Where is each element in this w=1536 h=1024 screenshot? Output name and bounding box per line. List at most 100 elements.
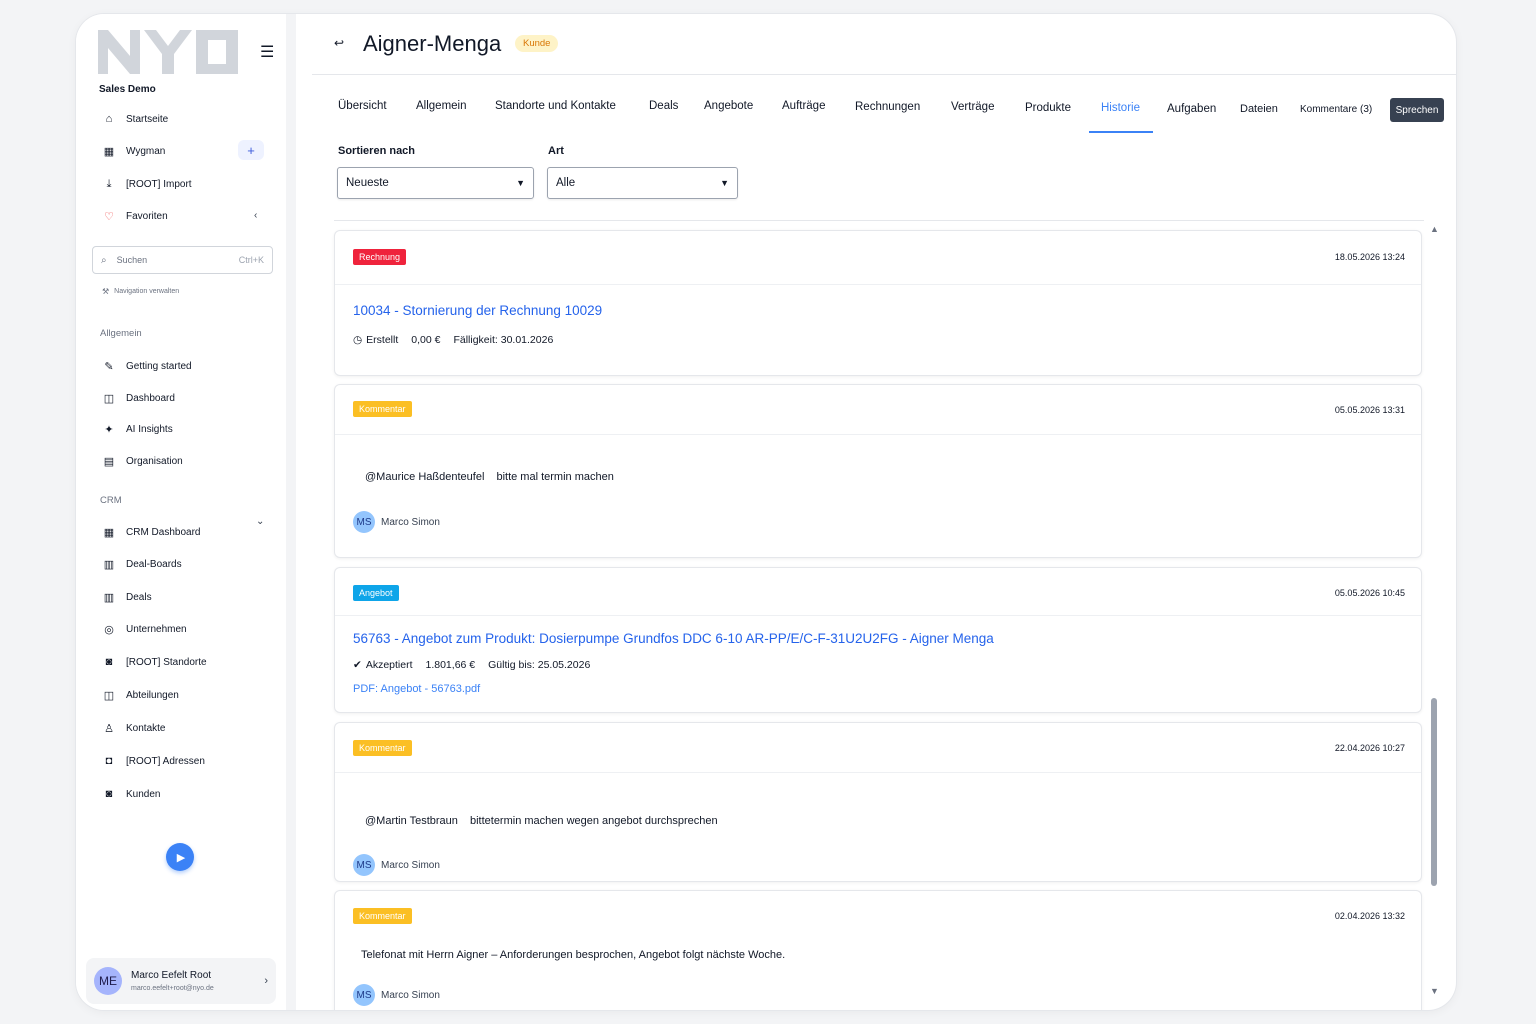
sidebar-item-label: Dashboard (126, 392, 175, 404)
pdf-link[interactable]: PDF: Angebot - 56763.pdf (353, 683, 480, 695)
user-info: Marco Eefelt Root marco.eefelt+root@nyo.… (131, 970, 214, 992)
comment-body: Telefonat mit Herrn Aigner – Anforderung… (361, 949, 786, 961)
sidebar-item-organisation[interactable]: ▤ Organisation (102, 452, 183, 470)
sidebar-item-startseite[interactable]: ⌂ Startseite (102, 110, 169, 128)
tab-deals[interactable]: Deals (649, 100, 678, 112)
section-label-general: Allgemein (100, 328, 142, 339)
type-badge: Angebot (353, 585, 399, 601)
sidebar-item-favoriten[interactable]: ♡ Favoriten (102, 207, 168, 225)
sidebar-item-crm-dashboard[interactable]: ▦ CRM Dashboard (102, 523, 201, 541)
card-header: Kommentar 02.04.2026 13:32 (335, 891, 1421, 939)
sidebar-item-dashboard[interactable]: ◫ Dashboard (102, 389, 175, 407)
avatar: MS (353, 511, 375, 533)
comment-text: @Maurice Haßdenteufel bitte mal termin m… (365, 471, 614, 483)
timeline-item-angebot: Angebot 05.05.2026 10:45 56763 - Angebot… (334, 567, 1422, 713)
timeline-item-kommentar: Kommentar 02.04.2026 13:32 Telefonat mit… (334, 890, 1422, 1010)
sidebar-item-ai-insights[interactable]: ✦ AI Insights (102, 420, 173, 438)
sidebar-item-kontakte[interactable]: ♙ Kontakte (102, 719, 165, 737)
home-icon: ⌂ (105, 113, 113, 125)
offer-link[interactable]: 56763 - Angebot zum Produkt: Dosierpumpe… (353, 631, 994, 646)
scroll-down-arrow-icon[interactable]: ▼ (1430, 986, 1439, 996)
nyo-logo (98, 30, 238, 74)
speak-button[interactable]: Sprechen (1390, 98, 1444, 122)
sidebar-item-abteilungen[interactable]: ◫ Abteilungen (102, 686, 179, 704)
comment-author: MS Marco Simon (353, 854, 440, 876)
invoice-link[interactable]: 10034 - Stornierung der Rechnung 10029 (353, 303, 602, 318)
add-button[interactable]: + (238, 140, 264, 160)
chevron-down-icon[interactable]: ⌄ (256, 516, 264, 527)
building-icon: ▤ (103, 455, 115, 468)
scroll-up-arrow-icon[interactable]: ▲ (1430, 224, 1439, 234)
comment-author: MS Marco Simon (353, 511, 440, 533)
type-select[interactable]: Alle ▼ (547, 167, 738, 199)
sidebar-item-import[interactable]: ⤓ [ROOT] Import (102, 175, 192, 193)
sidebar-item-label: [ROOT] Standorte (126, 656, 207, 668)
tab-historie[interactable]: Historie (1101, 102, 1140, 114)
chevron-down-icon: ▼ (516, 178, 525, 188)
search-icon: ⌕ (101, 254, 107, 266)
scrollbar-thumb[interactable] (1431, 698, 1437, 886)
tab-auftraege[interactable]: Aufträge (782, 100, 825, 112)
offer-valid-until: Gültig bis: 25.05.2026 (488, 659, 591, 671)
type-label: Art (548, 145, 564, 157)
user-name: Marco Eefelt Root (131, 970, 212, 981)
sort-value: Neueste (346, 177, 389, 189)
sidebar-item-kunden[interactable]: ◙ Kunden (102, 785, 161, 803)
back-arrow-icon[interactable]: ↩ (334, 36, 344, 50)
sidebar-item-wygman[interactable]: ▦ Wygman (102, 142, 166, 160)
type-badge: Rechnung (353, 249, 407, 265)
sidebar-item-label: Startseite (126, 113, 169, 125)
sidebar-item-deal-boards[interactable]: ▥ Deal-Boards (102, 555, 182, 573)
layout-icon: ▦ (103, 145, 115, 158)
section-label-crm: CRM (100, 495, 122, 506)
tab-angebote[interactable]: Angebote (704, 100, 753, 112)
menu-toggle-icon[interactable]: ☰ (260, 42, 274, 62)
sidebar-item-standorte[interactable]: ◙ [ROOT] Standorte (102, 653, 207, 671)
sidebar-item-label: Kunden (126, 788, 161, 800)
chevron-left-icon[interactable]: ‹ (254, 210, 257, 221)
sidebar-item-unternehmen[interactable]: ◎ Unternehmen (102, 620, 186, 638)
tab-standorte-kontakte[interactable]: Standorte und Kontakte (495, 100, 616, 112)
address-icon: ◘ (105, 755, 113, 767)
invoice-amount: 0,00 € (411, 334, 441, 346)
sidebar-item-label: Deal-Boards (126, 558, 182, 570)
sidebar-item-adressen[interactable]: ◘ [ROOT] Adressen (102, 752, 205, 770)
status-badge: Kunde (515, 35, 559, 52)
tab-uebersicht[interactable]: Übersicht (338, 100, 387, 112)
sidebar-item-label: Abteilungen (126, 689, 179, 701)
user-mention[interactable]: @Maurice Haßdenteufel (365, 471, 484, 483)
search-input[interactable]: ⌕ Suchen Ctrl+K (92, 246, 273, 274)
sidebar-item-deals[interactable]: ▥ Deals (102, 588, 152, 606)
tab-dateien[interactable]: Dateien (1240, 103, 1278, 115)
sidebar-item-getting-started[interactable]: ✎ Getting started (102, 357, 192, 375)
timestamp: 18.05.2026 13:24 (1334, 252, 1405, 262)
tab-aufgaben[interactable]: Aufgaben (1167, 103, 1216, 115)
play-button[interactable]: ▶ (166, 843, 194, 871)
sort-select[interactable]: Neueste ▼ (337, 167, 534, 199)
app-window: ☰ Sales Demo ⌂ Startseite ▦ Wygman + ⤓ [… (76, 14, 1456, 1010)
offer-meta: ✔ Akzeptiert 1.801,66 € Gültig bis: 25.0… (353, 659, 603, 671)
invoice-status: Erstellt (366, 334, 399, 346)
tab-rechnungen[interactable]: Rechnungen (855, 101, 920, 113)
tab-produkte[interactable]: Produkte (1025, 102, 1071, 114)
sparkle-icon: ✦ (104, 423, 114, 436)
manage-navigation-link[interactable]: ⚒ Navigation verwalten (102, 287, 179, 296)
manage-navigation-label: Navigation verwalten (114, 288, 180, 295)
user-menu[interactable]: ME Marco Eefelt Root marco.eefelt+root@n… (86, 958, 276, 1004)
avatar: MS (353, 984, 375, 1006)
company-icon: ◎ (104, 623, 114, 636)
settings-icon: ⚒ (102, 287, 110, 296)
timestamp: 02.04.2026 13:32 (1334, 911, 1405, 921)
comment-text: @Martin Testbraun bittetermin machen weg… (365, 815, 718, 827)
sidebar-item-label: AI Insights (126, 423, 173, 435)
tab-vertraege[interactable]: Verträge (951, 101, 994, 113)
user-mention[interactable]: @Martin Testbraun (365, 815, 458, 827)
comment-body: bitte mal termin machen (496, 471, 614, 483)
tab-kommentare[interactable]: Kommentare (3) (1300, 104, 1372, 115)
tab-allgemein[interactable]: Allgemein (416, 100, 467, 112)
contacts-icon: ♙ (104, 722, 114, 735)
sidebar-item-label: Favoriten (126, 210, 168, 222)
main-content: ↩ Aigner-Menga Kunde Übersicht Allgemein… (296, 14, 1456, 1010)
card-header: Kommentar 05.05.2026 13:31 (335, 385, 1421, 435)
sidebar-item-label: Getting started (126, 360, 192, 372)
